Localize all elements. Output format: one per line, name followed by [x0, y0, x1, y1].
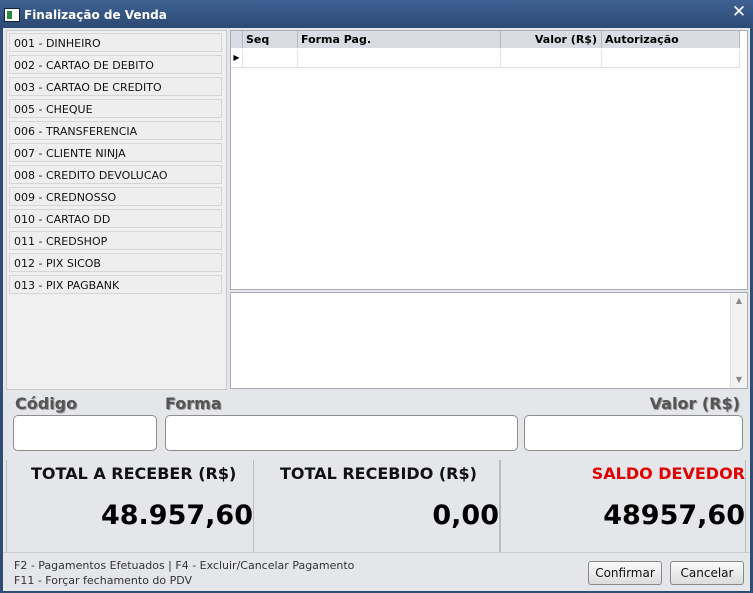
- payment-method-button[interactable]: 003 - CARTAO DE CREDITO: [9, 77, 222, 96]
- shortcut-hint-1: F2 - Pagamentos Efetuados | F4 - Excluir…: [14, 559, 355, 572]
- payment-method-list: 001 - DINHEIRO 002 - CARTAO DE DEBITO 00…: [6, 30, 227, 390]
- payment-method-button[interactable]: 007 - CLIENTE NINJA: [9, 143, 222, 162]
- total-receber-panel: TOTAL A RECEBER (R$) 48.957,60: [6, 460, 254, 553]
- sale-finalization-window: Finalização de Venda ✕ 001 - DINHEIRO 00…: [0, 0, 753, 593]
- close-icon[interactable]: ✕: [729, 4, 749, 22]
- total-recebido-panel: TOTAL RECEBIDO (R$) 0,00: [253, 460, 500, 553]
- total-receber-value: 48.957,60: [100, 500, 253, 531]
- title-bar: Finalização de Venda ✕: [0, 0, 753, 28]
- total-receber-label: TOTAL A RECEBER (R$): [31, 464, 237, 483]
- total-recebido-label: TOTAL RECEBIDO (R$): [280, 464, 477, 483]
- payment-method-button[interactable]: 012 - PIX SICOB: [9, 253, 222, 272]
- footer: F2 - Pagamentos Efetuados | F4 - Excluir…: [3, 552, 750, 591]
- payment-method-button[interactable]: 005 - CHEQUE: [9, 99, 222, 118]
- grid-indicator-header: [231, 31, 243, 48]
- scroll-up-icon[interactable]: ▲: [732, 294, 746, 308]
- cell-valor[interactable]: [501, 49, 602, 67]
- app-icon: [4, 8, 20, 22]
- saldo-devedor-label: SALDO DEVEDOR: [591, 464, 745, 483]
- saldo-devedor-panel: SALDO DEVEDOR 48957,60: [500, 460, 746, 553]
- cell-autorizacao[interactable]: [602, 49, 740, 67]
- payment-method-button[interactable]: 013 - PIX PAGBANK: [9, 275, 222, 294]
- valor-label: Valor (R$): [649, 394, 740, 413]
- valor-input[interactable]: [524, 415, 743, 451]
- window-title: Finalização de Venda: [24, 8, 167, 22]
- table-row[interactable]: ▶: [231, 49, 740, 68]
- memo-scrollbar[interactable]: ▲ ▼: [730, 293, 747, 388]
- content-area: 001 - DINHEIRO 002 - CARTAO DE DEBITO 00…: [3, 28, 750, 591]
- payment-method-button[interactable]: 006 - TRANSFERENCIA: [9, 121, 222, 140]
- payment-method-button[interactable]: 002 - CARTAO DE DEBITO: [9, 55, 222, 74]
- column-header-seq[interactable]: Seq: [243, 31, 298, 48]
- saldo-devedor-value: 48957,60: [603, 500, 745, 531]
- confirm-button[interactable]: Confirmar: [588, 561, 662, 585]
- payment-method-button[interactable]: 009 - CREDNOSSO: [9, 187, 222, 206]
- column-header-autorizacao[interactable]: Autorização: [602, 31, 740, 48]
- forma-label: Forma: [165, 394, 222, 413]
- column-header-valor[interactable]: Valor (R$): [501, 31, 602, 48]
- cell-forma-pag[interactable]: [298, 49, 501, 67]
- notes-memo[interactable]: ▲ ▼: [230, 292, 748, 389]
- payment-method-button[interactable]: 001 - DINHEIRO: [9, 33, 222, 52]
- row-indicator-icon: ▶: [231, 49, 243, 67]
- cell-seq[interactable]: [243, 49, 298, 67]
- shortcut-hint-2: F11 - Forçar fechamento do PDV: [14, 574, 193, 587]
- cancel-button[interactable]: Cancelar: [670, 561, 744, 585]
- payment-method-button[interactable]: 008 - CREDITO DEVOLUCAO: [9, 165, 222, 184]
- codigo-input[interactable]: [13, 415, 157, 451]
- forma-input[interactable]: [165, 415, 518, 451]
- payment-method-button[interactable]: 010 - CARTAO DD: [9, 209, 222, 228]
- column-header-forma-pag[interactable]: Forma Pag.: [298, 31, 501, 48]
- scroll-down-icon[interactable]: ▼: [732, 373, 746, 387]
- total-recebido-value: 0,00: [432, 500, 499, 531]
- payment-method-button[interactable]: 011 - CREDSHOP: [9, 231, 222, 250]
- codigo-label: Código: [15, 394, 78, 413]
- payments-grid[interactable]: Seq Forma Pag. Valor (R$) Autorização ▶: [230, 30, 748, 290]
